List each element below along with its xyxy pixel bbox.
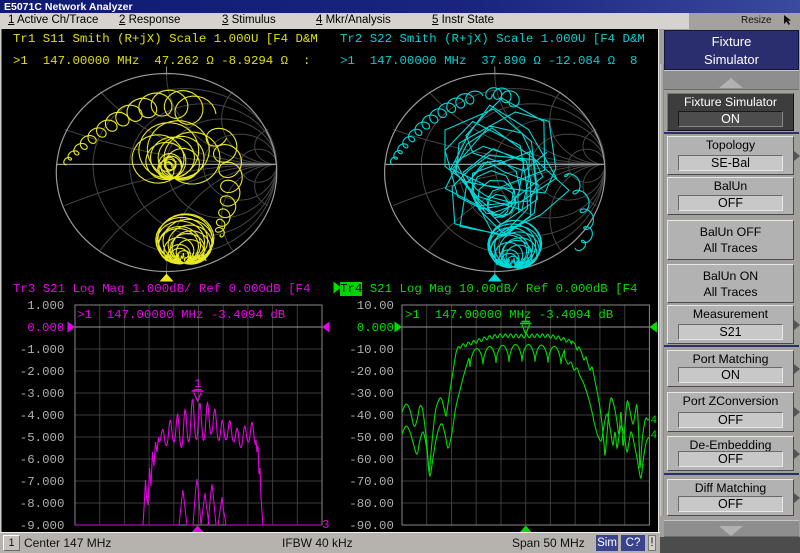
- svg-text:1: 1: [194, 377, 201, 391]
